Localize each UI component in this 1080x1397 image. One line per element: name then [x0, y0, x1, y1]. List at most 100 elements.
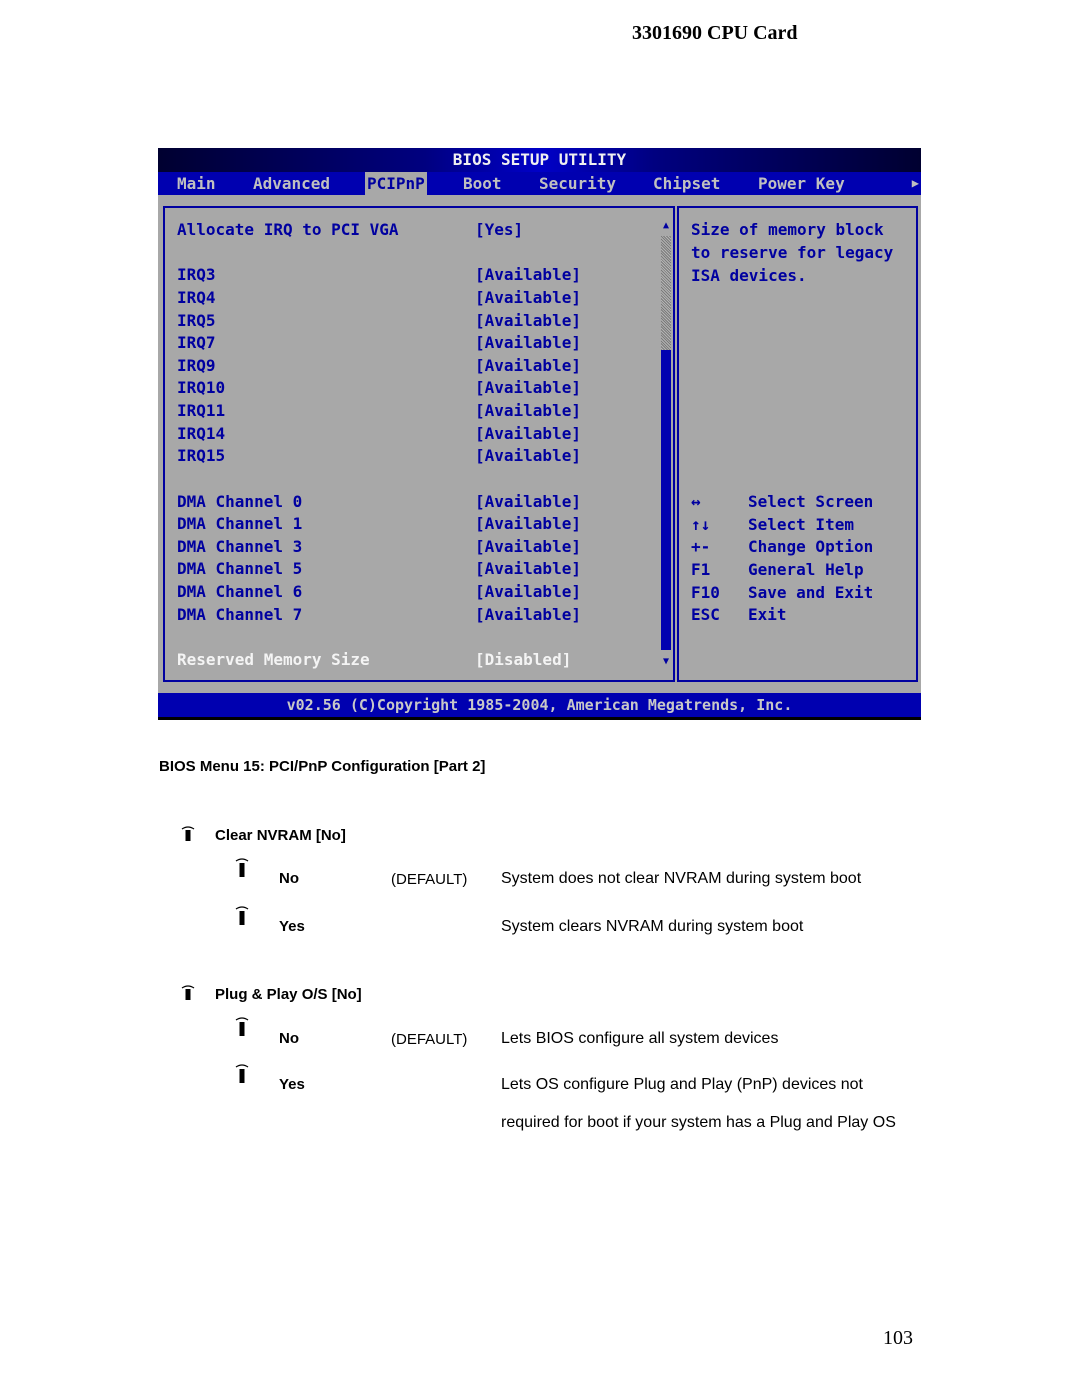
figure-caption: BIOS Menu 15: PCI/PnP Configuration [Par… — [159, 758, 486, 775]
setting-value[interactable]: [Available] — [475, 287, 581, 309]
scroll-thumb[interactable] — [661, 350, 671, 650]
setting-value[interactable]: [Available] — [475, 513, 581, 535]
key-action: General Help — [748, 560, 864, 580]
setting-value[interactable]: [Available] — [475, 581, 581, 603]
setting-label: IRQ11 — [177, 401, 226, 420]
setting-value[interactable]: [Available] — [475, 332, 581, 354]
setting-irq11[interactable]: IRQ11 [Available] — [177, 400, 657, 422]
setting-irq3[interactable]: IRQ3 [Available] — [177, 264, 657, 286]
setting-irq4[interactable]: IRQ4 [Available] — [177, 287, 657, 309]
setting-irq10[interactable]: IRQ10 [Available] — [177, 377, 657, 399]
setting-label: IRQ3 — [177, 265, 216, 284]
setting-value[interactable]: [Available] — [475, 558, 581, 580]
setting-dma-channel-1[interactable]: DMA Channel 1 [Available] — [177, 513, 657, 535]
setting-allocate-irq-vga[interactable]: Allocate IRQ to PCI VGA [Yes] — [177, 219, 657, 241]
choice-description: Lets OS configure Plug and Play (PnP) de… — [501, 1076, 896, 1131]
key-legend-row: +- Change Option — [691, 536, 916, 559]
option-heading-clear-nvram: Clear NVRAM [No] — [215, 827, 346, 844]
scroll-down-arrow-icon[interactable]: ▼ — [660, 656, 672, 668]
setting-label: DMA Channel 3 — [177, 537, 303, 556]
setting-value[interactable]: [Available] — [475, 423, 581, 445]
setting-value[interactable]: [Available] — [475, 536, 581, 558]
help-text: Size of memory block to reserve for lega… — [691, 220, 894, 285]
page-number: 103 — [883, 1327, 913, 1349]
setting-value[interactable]: [Available] — [475, 377, 581, 399]
setting-reserved-memory-size[interactable]: Reserved Memory Size [Disabled] — [177, 649, 657, 671]
setting-label: IRQ7 — [177, 333, 216, 352]
setting-label: Allocate IRQ to PCI VGA — [177, 220, 399, 239]
scroll-up-arrow-icon[interactable]: ▲ — [660, 220, 672, 232]
setting-label: DMA Channel 1 — [177, 514, 303, 533]
setting-label: Reserved Memory Size — [177, 650, 370, 669]
footer-divider — [158, 717, 921, 720]
setting-value[interactable]: [Available] — [475, 355, 581, 377]
choice-name: No — [279, 870, 299, 887]
setting-irq5[interactable]: IRQ5 [Available] — [177, 310, 657, 332]
tab-security[interactable]: Security — [537, 172, 618, 195]
setting-dma-channel-0[interactable]: DMA Channel 0 [Available] — [177, 491, 657, 513]
key-action: Exit — [748, 605, 787, 625]
setting-label: DMA Channel 7 — [177, 605, 303, 624]
setting-irq9[interactable]: IRQ9 [Available] — [177, 355, 657, 377]
setting-value[interactable]: [Available] — [475, 264, 581, 286]
setting-value[interactable]: [Available] — [475, 604, 581, 626]
setting-value[interactable]: [Available] — [475, 491, 581, 513]
bios-copyright-footer: v02.56 (C)Copyright 1985-2004, American … — [158, 693, 921, 717]
setting-value[interactable]: [Yes] — [475, 219, 523, 241]
settings-panel: Allocate IRQ to PCI VGA [Yes] IRQ3 [Avai… — [163, 206, 675, 682]
choice-description: System clears NVRAM during system boot — [501, 918, 804, 935]
default-label: (DEFAULT) — [391, 1031, 468, 1048]
default-tag: (DEFAULT) — [391, 871, 467, 888]
f10-key: F10 — [691, 582, 720, 602]
esc-key: ESC — [691, 605, 720, 625]
setting-dma-channel-5[interactable]: DMA Channel 5 [Available] — [177, 558, 657, 580]
tab-power-key[interactable]: Power Key — [756, 172, 847, 195]
default-label: (DEFAULT) — [391, 871, 468, 888]
setting-label: IRQ4 — [177, 288, 216, 307]
key-legend-row: ↑↓ Select Item — [691, 514, 916, 537]
key-legend: ↔ Select Screen ↑↓ Select Item +- Change… — [691, 491, 916, 627]
setting-label: DMA Channel 6 — [177, 582, 303, 601]
setting-dma-channel-6[interactable]: DMA Channel 6 [Available] — [177, 581, 657, 603]
key-action: Save and Exit — [748, 582, 874, 602]
bullet-icon — [235, 1064, 249, 1083]
document-header-title: 3301690 CPU Card — [632, 22, 798, 44]
bios-title: BIOS SETUP UTILITY — [158, 148, 921, 172]
scrollbar[interactable]: ▲ ▼ — [660, 220, 672, 668]
setting-irq15[interactable]: IRQ15 [Available] — [177, 445, 657, 467]
bullet-icon — [235, 1017, 249, 1036]
choice-name: Yes — [279, 918, 305, 935]
tab-boot[interactable]: Boot — [461, 172, 504, 195]
bullet-icon — [181, 985, 195, 1001]
setting-label: IRQ15 — [177, 446, 226, 465]
tab-chipset[interactable]: Chipset — [651, 172, 722, 195]
choice-name: No — [279, 1030, 299, 1047]
f1-key: F1 — [691, 560, 711, 580]
help-panel: Size of memory block to reserve for lega… — [677, 206, 918, 682]
setting-irq7[interactable]: IRQ7 [Available] — [177, 332, 657, 354]
key-action: Select Screen — [748, 492, 874, 511]
setting-label: IRQ5 — [177, 311, 216, 330]
bullet-icon — [181, 826, 195, 842]
tab-advanced[interactable]: Advanced — [251, 172, 332, 195]
setting-dma-channel-3[interactable]: DMA Channel 3 [Available] — [177, 536, 657, 558]
plus-minus-key: +- — [691, 537, 711, 557]
option-heading-plug-and-play-os: Plug & Play O/S [No] — [215, 986, 362, 1003]
up-down-arrows-icon: ↑↓ — [691, 514, 711, 534]
setting-value[interactable]: [Available] — [475, 445, 581, 467]
triangle-right-icon[interactable]: ▶ — [912, 172, 919, 195]
bios-menu-bar: Main Advanced PCIPnP Boot Security Chips… — [158, 172, 921, 195]
bios-screen: BIOS SETUP UTILITY Main Advanced PCIPnP … — [158, 148, 921, 720]
setting-value[interactable]: [Available] — [475, 400, 581, 422]
key-legend-row: F1 General Help — [691, 559, 916, 582]
tab-pcipnp[interactable]: PCIPnP — [365, 172, 427, 195]
setting-value[interactable]: [Available] — [475, 310, 581, 332]
setting-value[interactable]: [Disabled] — [475, 649, 571, 671]
scroll-track[interactable] — [661, 236, 671, 350]
setting-irq14[interactable]: IRQ14 [Available] — [177, 423, 657, 445]
default-tag: (DEFAULT) — [391, 1031, 467, 1048]
tab-main[interactable]: Main — [175, 172, 218, 195]
setting-label: IRQ10 — [177, 378, 226, 397]
setting-dma-channel-7[interactable]: DMA Channel 7 [Available] — [177, 604, 657, 626]
key-legend-row: ↔ Select Screen — [691, 491, 916, 514]
